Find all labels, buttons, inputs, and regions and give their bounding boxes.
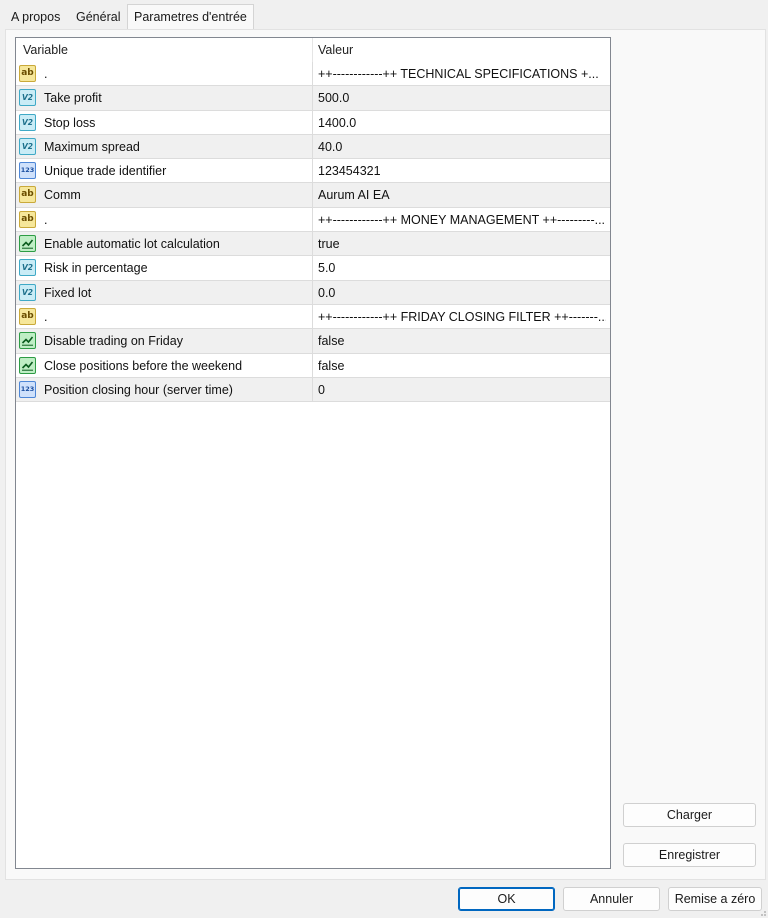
cell-divider <box>312 256 313 280</box>
boolean-value-icon <box>19 356 36 374</box>
table-row[interactable]: ab. ++------------++ FRIDAY CLOSING FILTE… <box>16 304 610 330</box>
variable-name: Risk in percentage <box>44 261 148 276</box>
double-value-icon: V2 <box>19 89 36 107</box>
tab-input-parameters[interactable]: Parametres d'entrée <box>127 4 254 30</box>
variable-name: Maximum spread <box>44 139 140 154</box>
double-value-icon: V2 <box>19 113 36 131</box>
variable-name: . <box>44 212 48 227</box>
table-row[interactable]: V2 Fixed lot 0.0 <box>16 280 610 305</box>
cell-divider <box>312 110 313 134</box>
variable-value[interactable]: 123454321 <box>318 159 606 182</box>
tab-general[interactable]: Général <box>76 6 120 28</box>
cell-divider <box>312 353 313 377</box>
column-header-variable[interactable]: Variable <box>23 38 311 62</box>
boolean-value-icon <box>19 235 36 253</box>
variable-name: Fixed lot <box>44 285 92 300</box>
cell-divider <box>312 304 313 329</box>
cell-divider <box>312 183 313 207</box>
ab-string-icon: ab <box>19 307 36 325</box>
variable-value[interactable]: 5.0 <box>318 256 606 279</box>
variable-value[interactable]: 0 <box>318 378 606 401</box>
variable-name: . <box>44 67 48 81</box>
variable-name: Position closing hour (server time) <box>44 382 233 397</box>
variable-name: Stop loss <box>44 115 96 130</box>
variable-value[interactable]: 1400.0 <box>318 111 606 134</box>
ab-string-icon: ab <box>19 65 36 82</box>
parameters-table[interactable]: Variable Valeur ab. ++------------++ TECH… <box>15 37 611 869</box>
variable-value[interactable]: 500.0 <box>318 86 606 109</box>
variable-name: . <box>44 309 48 324</box>
table-row[interactable]: ab. ++------------++ TECHNICAL SPECIFICAT… <box>16 62 610 87</box>
table-row[interactable]: 123 Position closing hour (server time) 0 <box>16 377 610 403</box>
column-divider[interactable] <box>312 38 313 62</box>
tab-bar: A propos Général Parametres d'entrée <box>0 0 768 30</box>
table-row[interactable]: ab. ++------------++ MONEY MANAGEMENT ++-… <box>16 207 610 233</box>
cell-divider <box>312 280 313 304</box>
variable-name: Disable trading on Friday <box>44 334 183 349</box>
cell-divider <box>312 329 313 353</box>
table-row[interactable]: 123 Unique trade identifier 123454321 <box>16 159 610 184</box>
table-row[interactable]: ab Comm Aurum AI EA <box>16 183 610 208</box>
variable-value[interactable]: Aurum AI EA <box>318 183 606 206</box>
table-row[interactable]: Close positions before the weekend false <box>16 353 610 378</box>
variable-name: Close positions before the weekend <box>44 358 243 373</box>
cell-divider <box>312 159 313 183</box>
variable-value[interactable]: ++------------++ MONEY MANAGEMENT ++----… <box>318 208 606 231</box>
resize-grip-icon[interactable] <box>757 907 767 917</box>
variable-value[interactable]: 40.0 <box>318 135 606 158</box>
variable-value[interactable]: true <box>318 232 606 255</box>
variable-name: Take profit <box>44 91 102 106</box>
double-value-icon: V2 <box>19 283 36 301</box>
table-row[interactable]: V2 Risk in percentage 5.0 <box>16 256 610 281</box>
table-row[interactable]: V2 Maximum spread 40.0 <box>16 134 610 160</box>
reset-button[interactable]: Remise a zéro <box>668 887 762 911</box>
variable-value[interactable]: ++------------++ TECHNICAL SPECIFICATION… <box>318 62 606 85</box>
table-row[interactable]: Enable automatic lot calculation true <box>16 232 610 257</box>
boolean-value-icon <box>19 332 36 350</box>
variable-value[interactable]: false <box>318 329 606 352</box>
tab-about[interactable]: A propos <box>11 6 60 28</box>
table-header: Variable Valeur <box>16 38 610 62</box>
ab-string-icon: ab <box>19 186 36 204</box>
load-button[interactable]: Charger <box>623 803 756 827</box>
table-row[interactable]: Disable trading on Friday false <box>16 329 610 354</box>
cancel-button[interactable]: Annuler <box>563 887 660 911</box>
integer-value-icon: 123 <box>19 162 36 180</box>
cell-divider <box>312 86 313 110</box>
variable-name: Comm <box>44 188 81 203</box>
variable-name: Enable automatic lot calculation <box>44 237 220 252</box>
table-body: ab. ++------------++ TECHNICAL SPECIFICAT… <box>16 62 610 403</box>
double-value-icon: V2 <box>19 137 36 155</box>
variable-value[interactable]: false <box>318 354 606 377</box>
cell-divider <box>312 134 313 159</box>
cell-divider <box>312 232 313 256</box>
variable-value[interactable]: 0.0 <box>318 281 606 304</box>
save-button[interactable]: Enregistrer <box>623 843 756 867</box>
column-header-value[interactable]: Valeur <box>318 38 608 62</box>
integer-value-icon: 123 <box>19 380 36 398</box>
table-row[interactable]: V2 Take profit 500.0 <box>16 86 610 111</box>
table-row[interactable]: V2 Stop loss 1400.0 <box>16 110 610 135</box>
double-value-icon: V2 <box>19 259 36 277</box>
variable-value[interactable]: ++------------++ FRIDAY CLOSING FILTER +… <box>318 305 606 328</box>
ok-button[interactable]: OK <box>458 887 555 911</box>
cell-divider <box>312 207 313 232</box>
ab-string-icon: ab <box>19 210 36 228</box>
cell-divider <box>312 377 313 402</box>
variable-name: Unique trade identifier <box>44 164 167 179</box>
cell-divider <box>312 62 313 86</box>
